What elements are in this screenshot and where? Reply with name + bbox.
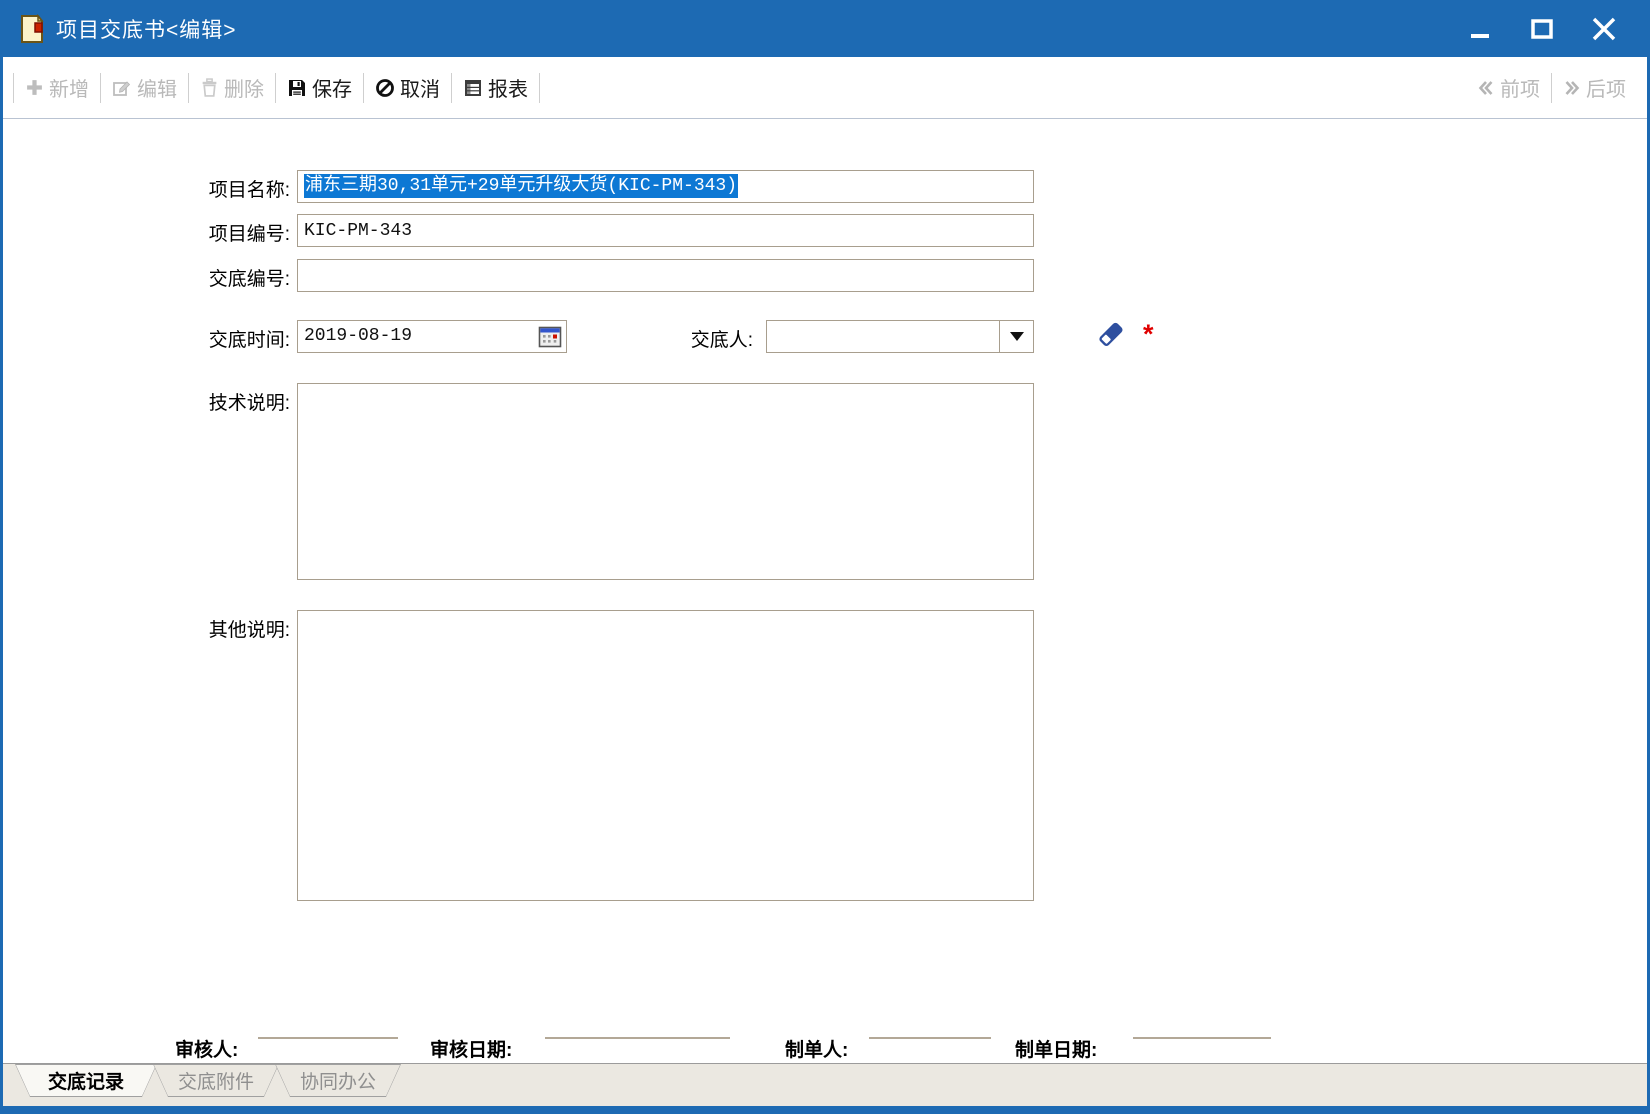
briefing-time-label: 交底时间:: [160, 325, 290, 352]
make-date-underline: [1133, 1037, 1271, 1039]
title-bar: 项目交底书<编辑>: [0, 0, 1650, 57]
review-date-label: 审核日期:: [430, 1035, 512, 1062]
toolbar-divider: [539, 73, 540, 103]
other-note-label: 其他说明:: [160, 615, 290, 642]
new-button[interactable]: 新增: [25, 73, 89, 102]
trash-icon: [200, 78, 219, 97]
chevron-double-right-icon: [1563, 79, 1581, 97]
project-code-label: 项目编号:: [160, 219, 290, 246]
save-icon: [287, 78, 307, 98]
maker-label: 制单人:: [785, 1035, 848, 1062]
tab-briefing-record-label: 交底记录: [16, 1065, 156, 1096]
toolbar-divider: [275, 73, 276, 103]
project-name-input[interactable]: 浦东三期30,31单元+29单元升级大货(KIC-PM-343): [297, 170, 1034, 203]
reviewer-label: 审核人:: [175, 1035, 238, 1062]
cancel-button[interactable]: 取消: [375, 73, 440, 102]
selected-text: 浦东三期30,31单元+29单元升级大货(KIC-PM-343): [304, 174, 738, 198]
toolbar-divider: [1551, 73, 1552, 103]
maximize-button[interactable]: [1524, 11, 1560, 47]
other-note-textarea[interactable]: [297, 610, 1034, 901]
chevron-double-left-icon: [1477, 79, 1495, 97]
dropdown-button[interactable]: [999, 321, 1033, 352]
close-icon: [1590, 15, 1618, 43]
edit-icon: [112, 78, 132, 98]
briefing-code-input[interactable]: [297, 259, 1034, 292]
edit-button[interactable]: 编辑: [112, 73, 177, 102]
tab-briefing-record[interactable]: 交底记录: [15, 1064, 157, 1097]
maximize-icon: [1529, 16, 1555, 42]
calendar-picker-button[interactable]: [536, 323, 563, 350]
tab-collaboration[interactable]: 协同办公: [275, 1064, 401, 1097]
tab-briefing-attachment-label: 交底附件: [154, 1065, 278, 1096]
briefing-time-value: 2019-08-19: [304, 326, 412, 346]
maker-underline: [869, 1037, 991, 1039]
clear-field-button[interactable]: [1091, 319, 1127, 353]
report-button-label: 报表: [488, 73, 528, 102]
required-asterisk: *: [1143, 319, 1154, 350]
previous-item-label: 前项: [1500, 73, 1540, 102]
cancel-button-label: 取消: [400, 73, 440, 102]
chevron-down-icon: [1010, 332, 1024, 341]
save-button-label: 保存: [312, 73, 352, 102]
briefing-time-input[interactable]: 2019-08-19: [297, 320, 567, 353]
report-icon: [463, 78, 483, 98]
edit-button-label: 编辑: [137, 73, 177, 102]
app-window: 项目交底书<编辑> 新增: [0, 0, 1650, 1114]
save-button[interactable]: 保存: [287, 73, 352, 102]
bottom-tab-strip: 交底记录 交底附件 协同办公: [3, 1063, 1647, 1106]
briefing-person-label: 交底人:: [623, 325, 753, 352]
eraser-icon: [1091, 319, 1127, 353]
toolbar-divider: [451, 73, 452, 103]
next-item-label: 后项: [1586, 73, 1626, 102]
project-code-input[interactable]: [297, 214, 1034, 247]
tab-collaboration-label: 协同办公: [276, 1065, 400, 1096]
toolbar-divider: [13, 73, 14, 103]
toolbar-divider: [100, 73, 101, 103]
cancel-icon: [375, 78, 395, 98]
tech-note-textarea[interactable]: [297, 383, 1034, 580]
tab-briefing-attachment[interactable]: 交底附件: [153, 1064, 279, 1097]
make-date-label: 制单日期:: [1015, 1035, 1097, 1062]
minimize-button[interactable]: [1462, 11, 1498, 47]
close-button[interactable]: [1586, 11, 1622, 47]
toolbar-divider: [188, 73, 189, 103]
briefing-person-combobox[interactable]: [766, 320, 1034, 353]
toolbar-divider: [363, 73, 364, 103]
plus-icon: [25, 78, 44, 97]
new-button-label: 新增: [49, 73, 89, 102]
delete-button[interactable]: 删除: [200, 73, 264, 102]
window-body: 新增 编辑 删除: [3, 57, 1647, 1106]
minimize-icon: [1467, 16, 1493, 42]
reviewer-underline: [258, 1037, 398, 1039]
briefing-code-label: 交底编号:: [160, 264, 290, 291]
document-icon: [18, 14, 46, 44]
next-item-button[interactable]: 后项: [1563, 73, 1626, 102]
previous-item-button[interactable]: 前项: [1477, 73, 1540, 102]
report-button[interactable]: 报表: [463, 73, 528, 102]
review-date-underline: [545, 1037, 730, 1039]
project-name-label: 项目名称:: [160, 175, 290, 202]
toolbar: 新增 编辑 删除: [3, 57, 1647, 119]
tech-note-label: 技术说明:: [160, 388, 290, 415]
delete-button-label: 删除: [224, 73, 264, 102]
calendar-icon: [538, 325, 562, 349]
window-title: 项目交底书<编辑>: [56, 14, 237, 44]
